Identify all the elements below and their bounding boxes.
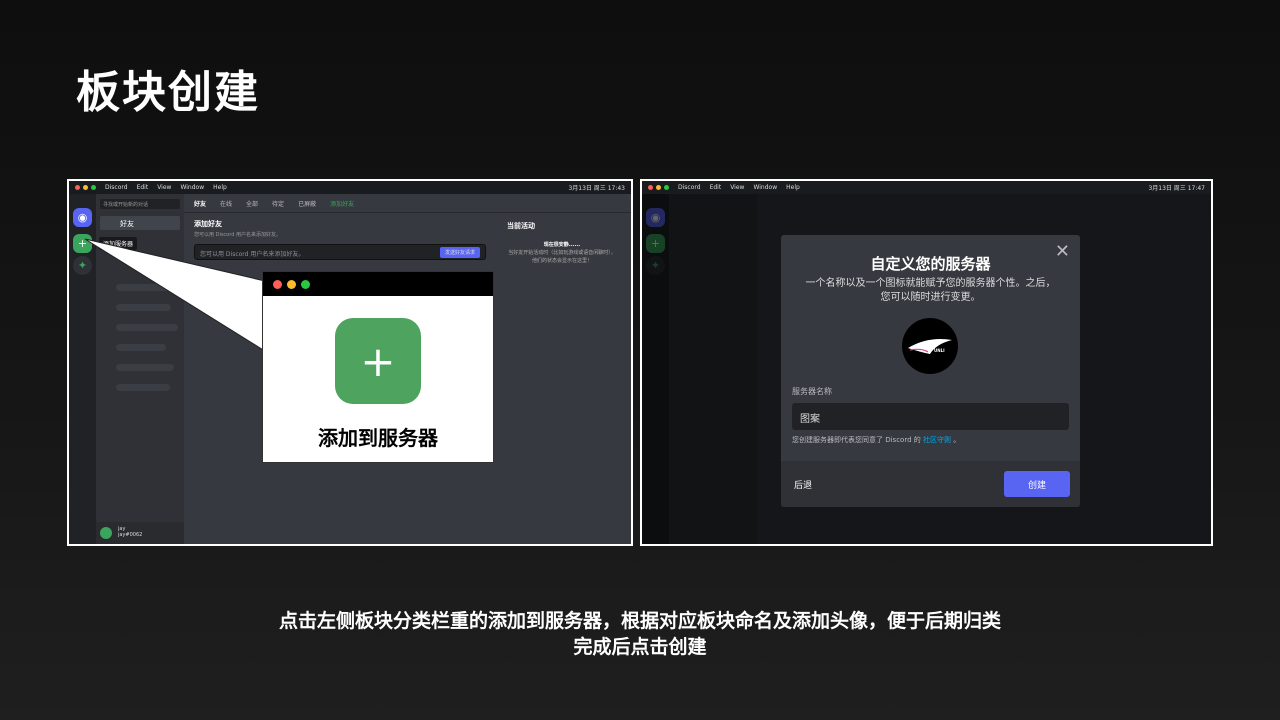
slide-title: 板块创建 <box>76 67 260 118</box>
create-button[interactable]: 创建 <box>1004 471 1070 497</box>
menu-window[interactable]: Window <box>753 184 777 191</box>
modal-footer: 后退 创建 <box>781 461 1080 507</box>
callout-label: 添加到服务器 <box>318 426 438 450</box>
caption-line-1: 点击左侧板块分类栏重的添加到服务器，根据对应板块命名及添加头像，便于后期归类 <box>278 610 1001 632</box>
menu-app[interactable]: Discord <box>678 184 701 191</box>
menubar-clock: 3月13日 周三 17:47 <box>1148 185 1205 192</box>
back-button[interactable]: 后退 <box>794 478 812 491</box>
callout-titlebar <box>263 272 493 296</box>
modal-description: 一个名称以及一个图标就能赋予您的服务器个性。之后，您可以随时进行变更。 <box>805 278 1056 303</box>
menu-edit[interactable]: Edit <box>710 184 722 191</box>
logo-text: UNLI <box>934 348 945 353</box>
server-logo[interactable]: UNLI <box>902 318 958 374</box>
caption-line-2: 完成后点击创建 <box>573 636 707 658</box>
terms-suffix: 。 <box>953 436 961 444</box>
menu-help[interactable]: Help <box>786 184 800 191</box>
modal-title: 自定义您的服务器 <box>870 255 991 273</box>
community-guidelines-link[interactable]: 社区守则 <box>923 436 951 444</box>
server-name-input[interactable]: 图案 <box>792 403 1069 430</box>
plus-icon[interactable]: + <box>335 318 421 404</box>
left-screenshot: Discord Edit View Window Help 3月13日 周三 1… <box>67 179 633 546</box>
add-server-callout: + 添加到服务器 <box>262 271 494 463</box>
terms-prefix: 您创建服务器即代表您同意了 Discord 的 <box>792 436 921 444</box>
logo-swoosh-icon <box>908 339 952 354</box>
close-icon[interactable]: ✕ <box>1055 241 1070 262</box>
create-server-modal: 自定义您的服务器 ✕ 一个名称以及一个图标就能赋予您的服务器个性。之后，您可以随… <box>781 235 1080 507</box>
terms-text: 您创建服务器即代表您同意了 Discord 的 社区守则 。 <box>792 435 960 445</box>
window-controls <box>648 185 669 190</box>
mac-menubar: Discord Edit View Window Help 3月13日 周三 1… <box>642 181 1211 194</box>
server-name-label: 服务器名称 <box>792 387 832 396</box>
right-screenshot: Discord Edit View Window Help 3月13日 周三 1… <box>640 179 1213 546</box>
menu-view[interactable]: View <box>730 184 744 191</box>
slide-caption: 点击左侧板块分类栏重的添加到服务器，根据对应板块命名及添加头像，便于后期归类 完… <box>0 608 1280 660</box>
